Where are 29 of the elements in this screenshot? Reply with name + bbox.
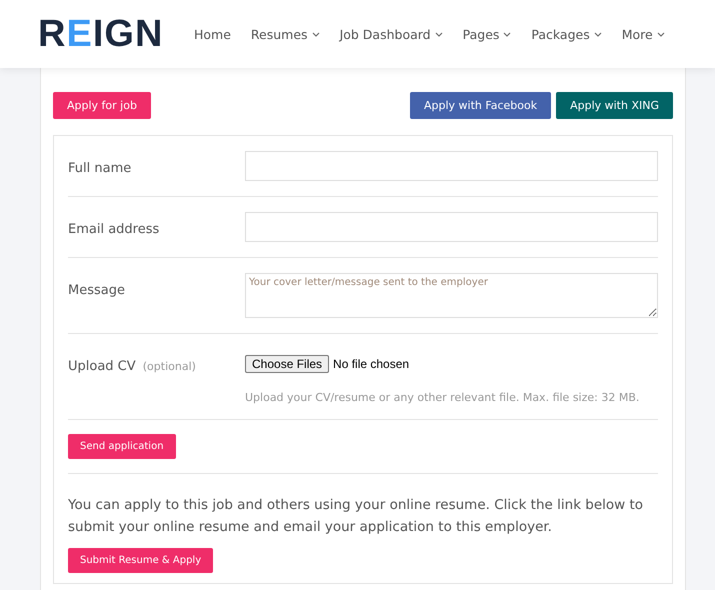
logo[interactable]: REIGN [38,12,168,56]
caret-icon [503,32,512,36]
caret-icon [434,32,443,36]
nav-link[interactable]: Packages [531,26,602,42]
field-label: Email address [68,222,160,237]
nav-link[interactable]: Home [194,26,231,42]
help-text: Upload your CV/resume or any other relevant file. Max. file size: 32 MB. [245,391,640,404]
nav-link[interactable]: Resumes [250,26,320,42]
choose-files-button[interactable]: Choose Files [245,355,330,373]
file-status: No file chosen [333,357,410,371]
caret-icon [656,32,665,36]
field-label: Full name [68,161,132,176]
nav-link[interactable]: Pages [462,26,512,42]
submit-resume-button[interactable]: Submit Resume & Apply [68,548,214,573]
social-apply-button[interactable]: Apply with Facebook [410,92,552,119]
input-field[interactable] [245,212,658,242]
input-field[interactable] [245,151,658,181]
caret-icon [594,32,602,36]
nav-link[interactable]: Job Dashboard [340,26,443,42]
resume-info-text: You can apply to this job and others using your online resume. Click the link below to submit your online resume and email your application to this employer. [68,496,644,537]
field-label: Message [68,283,125,298]
send-application-button[interactable]: Send application [68,434,176,459]
apply-button[interactable]: Apply for job [53,92,151,119]
optional-note: (optional) [142,360,196,373]
social-apply-button[interactable]: Apply with XING [556,92,673,119]
message-field[interactable]: Your cover letter/message sent to the employer [245,273,658,318]
caret-icon [312,32,320,36]
nav-link[interactable]: More [622,26,665,42]
field-label: Upload CV [68,359,136,374]
